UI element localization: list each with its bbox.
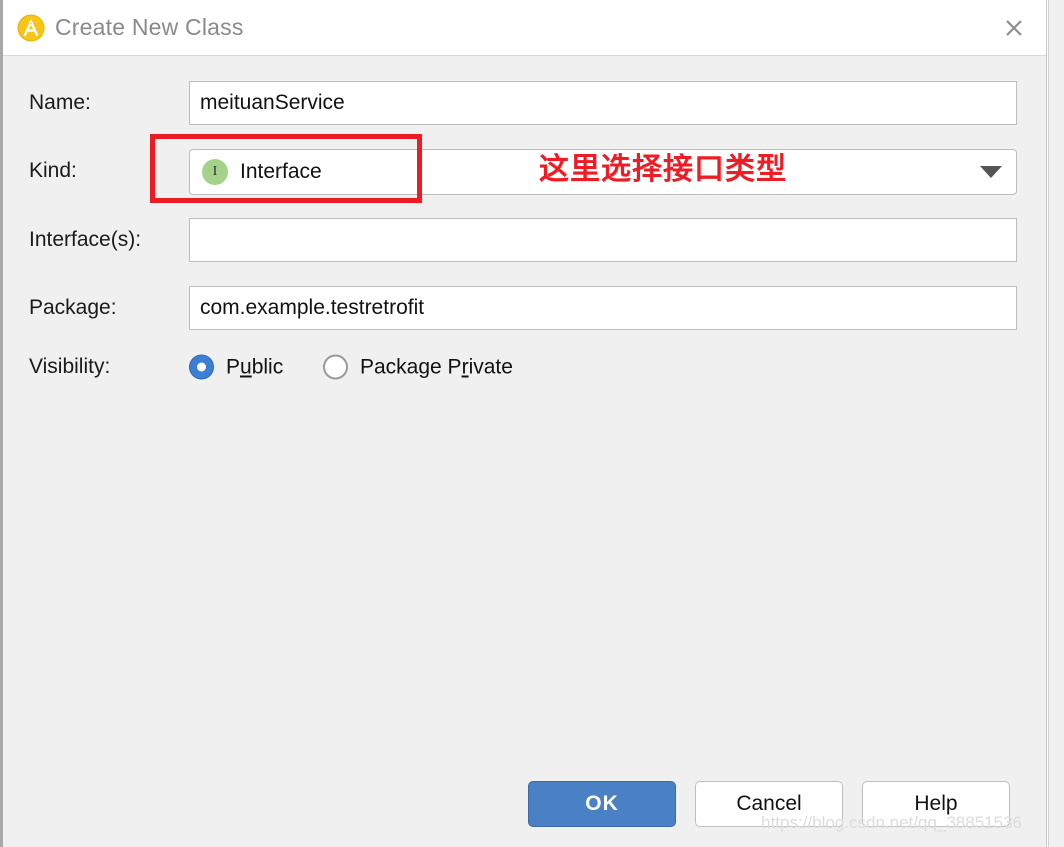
- radio-public-label: Public: [226, 355, 283, 379]
- dialog-title: Create New Class: [55, 14, 244, 40]
- radio-pp-label-post: ivate: [468, 355, 513, 378]
- create-new-class-dialog: Create New Class Name: meituanService Ki…: [0, 0, 1047, 847]
- radio-pp-mnemonic: r: [461, 355, 469, 378]
- kind-row: Kind: I Interface: [3, 149, 1046, 195]
- name-row: Name: meituanService: [3, 81, 1046, 125]
- dialog-button-bar: OK Cancel Help: [3, 781, 1046, 833]
- name-label: Name:: [29, 91, 91, 114]
- visibility-row: Visibility: Public Package Private: [3, 347, 1046, 387]
- interfaces-row: Interface(s):: [3, 218, 1046, 262]
- kind-selected-value: Interface: [240, 160, 322, 183]
- dialog-form: Name: meituanService Kind: I Interface I…: [3, 56, 1046, 847]
- kind-dropdown[interactable]: I Interface: [189, 149, 1017, 195]
- radio-package-private[interactable]: Package Private: [323, 354, 513, 380]
- desktop-background-strip: [1048, 0, 1064, 847]
- radio-package-private-indicator[interactable]: [323, 354, 348, 380]
- android-studio-icon: [17, 14, 45, 42]
- kind-label: Kind:: [29, 159, 77, 182]
- radio-public-indicator[interactable]: [189, 354, 214, 380]
- interfaces-label: Interface(s):: [29, 228, 142, 251]
- package-input[interactable]: com.example.testretrofit: [189, 286, 1017, 330]
- interface-icon: I: [202, 159, 228, 185]
- radio-public-mnemonic: u: [240, 355, 252, 378]
- help-button[interactable]: Help: [862, 781, 1010, 827]
- visibility-label: Visibility:: [29, 355, 111, 378]
- ok-button[interactable]: OK: [528, 781, 676, 827]
- radio-package-private-label: Package Private: [360, 355, 513, 379]
- dialog-title-bar: Create New Class: [3, 0, 1046, 56]
- name-input-value: meituanService: [200, 91, 345, 114]
- radio-public[interactable]: Public: [189, 354, 283, 380]
- name-input[interactable]: meituanService: [189, 81, 1017, 125]
- radio-pp-label-pre: Package P: [360, 355, 462, 378]
- package-row: Package: com.example.testretrofit: [3, 286, 1046, 330]
- radio-public-label-post: blic: [251, 355, 284, 378]
- chevron-down-icon[interactable]: [980, 166, 1002, 178]
- close-icon[interactable]: [996, 10, 1032, 46]
- interfaces-input[interactable]: [189, 218, 1017, 262]
- package-input-value: com.example.testretrofit: [200, 296, 425, 319]
- radio-public-label-pre: P: [226, 355, 241, 378]
- package-label: Package:: [29, 296, 117, 319]
- cancel-button[interactable]: Cancel: [695, 781, 843, 827]
